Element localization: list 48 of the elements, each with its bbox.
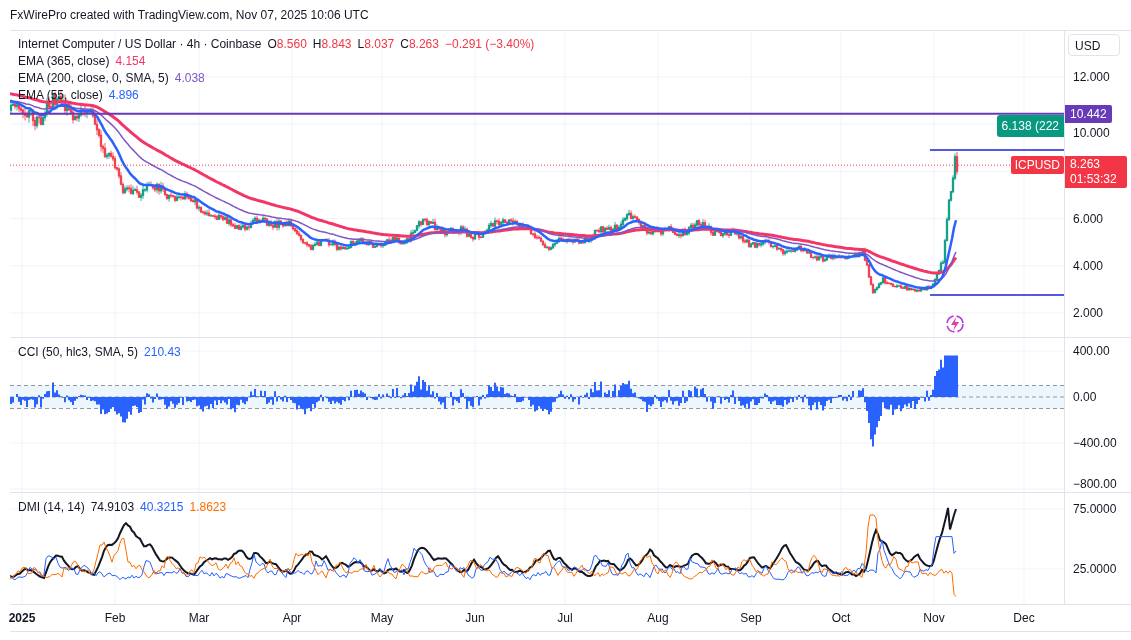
- indicator-value: 1.8623: [189, 499, 227, 515]
- indicator-value: 74.9103: [90, 499, 135, 515]
- lightning-icon: [946, 315, 964, 333]
- time-label: Jun: [465, 611, 485, 625]
- time-label: Sep: [740, 611, 762, 625]
- ohlc-value: H8.843: [312, 36, 352, 52]
- cci-tick: −400.00: [1073, 436, 1117, 450]
- time-label: Oct: [831, 611, 851, 625]
- price-tick: 4.000: [1073, 258, 1104, 273]
- currency-button[interactable]: USD: [1068, 34, 1120, 56]
- time-label: Dec: [1013, 611, 1035, 625]
- time-label: 2025: [8, 611, 36, 625]
- cci-tick: 400.00: [1073, 344, 1110, 358]
- dmi-tick: 25.0000: [1073, 562, 1117, 576]
- ohlc-value: L8.037: [357, 36, 395, 52]
- time-label: May: [370, 611, 394, 625]
- cci-tick: −800.00: [1073, 477, 1117, 491]
- price-change: −0.291 (−3.40%): [444, 36, 535, 52]
- cci-tick: 0.00: [1073, 390, 1097, 404]
- indicator-value: 40.3215: [140, 499, 184, 515]
- ohlc-value: C8.263: [400, 36, 439, 52]
- indicator-value: 4.154: [115, 53, 146, 69]
- indicator-name: EMA (200, close, 0, SMA, 5): [18, 70, 169, 86]
- dmi-tick: 75.0000: [1073, 502, 1117, 516]
- price-tick: 12.000: [1073, 70, 1110, 84]
- indicator-value: 210.43: [144, 344, 181, 360]
- time-label: Nov: [923, 611, 945, 625]
- price-tick: 10.000: [1073, 126, 1110, 141]
- indicator-value: 4.038: [174, 70, 205, 86]
- indicator-name: EMA (365, close): [18, 53, 110, 69]
- chart-caption: FxWirePro created with TradingView.com, Nov 07, 2025 10:06 UTC: [10, 7, 370, 22]
- countdown-timer: 01:53:32: [1070, 172, 1118, 188]
- price-tick: 2.000: [1073, 306, 1104, 320]
- indicator-value: 4.896: [108, 87, 139, 103]
- symbol-title: Internet Computer / US Dollar · 4h · Coinbase: [18, 36, 262, 52]
- time-label: Apr: [282, 611, 302, 625]
- time-label: Aug: [647, 611, 669, 625]
- level-price-label: 10.442: [1065, 104, 1112, 123]
- time-label: Mar: [188, 611, 210, 625]
- symbol-tag: ICPUSD: [1010, 156, 1064, 175]
- time-label: Jul: [557, 611, 573, 625]
- range-label: 6.138 (222: [996, 115, 1064, 137]
- last-price: 8.263: [1070, 157, 1102, 173]
- indicator-name: CCI (50, hlc3, SMA, 5): [18, 344, 139, 360]
- time-label: Feb: [104, 611, 126, 625]
- ohlc-value: O8.560: [267, 36, 307, 52]
- price-tick: 6.000: [1073, 211, 1104, 226]
- indicator-name: DMI (14, 14): [18, 499, 85, 515]
